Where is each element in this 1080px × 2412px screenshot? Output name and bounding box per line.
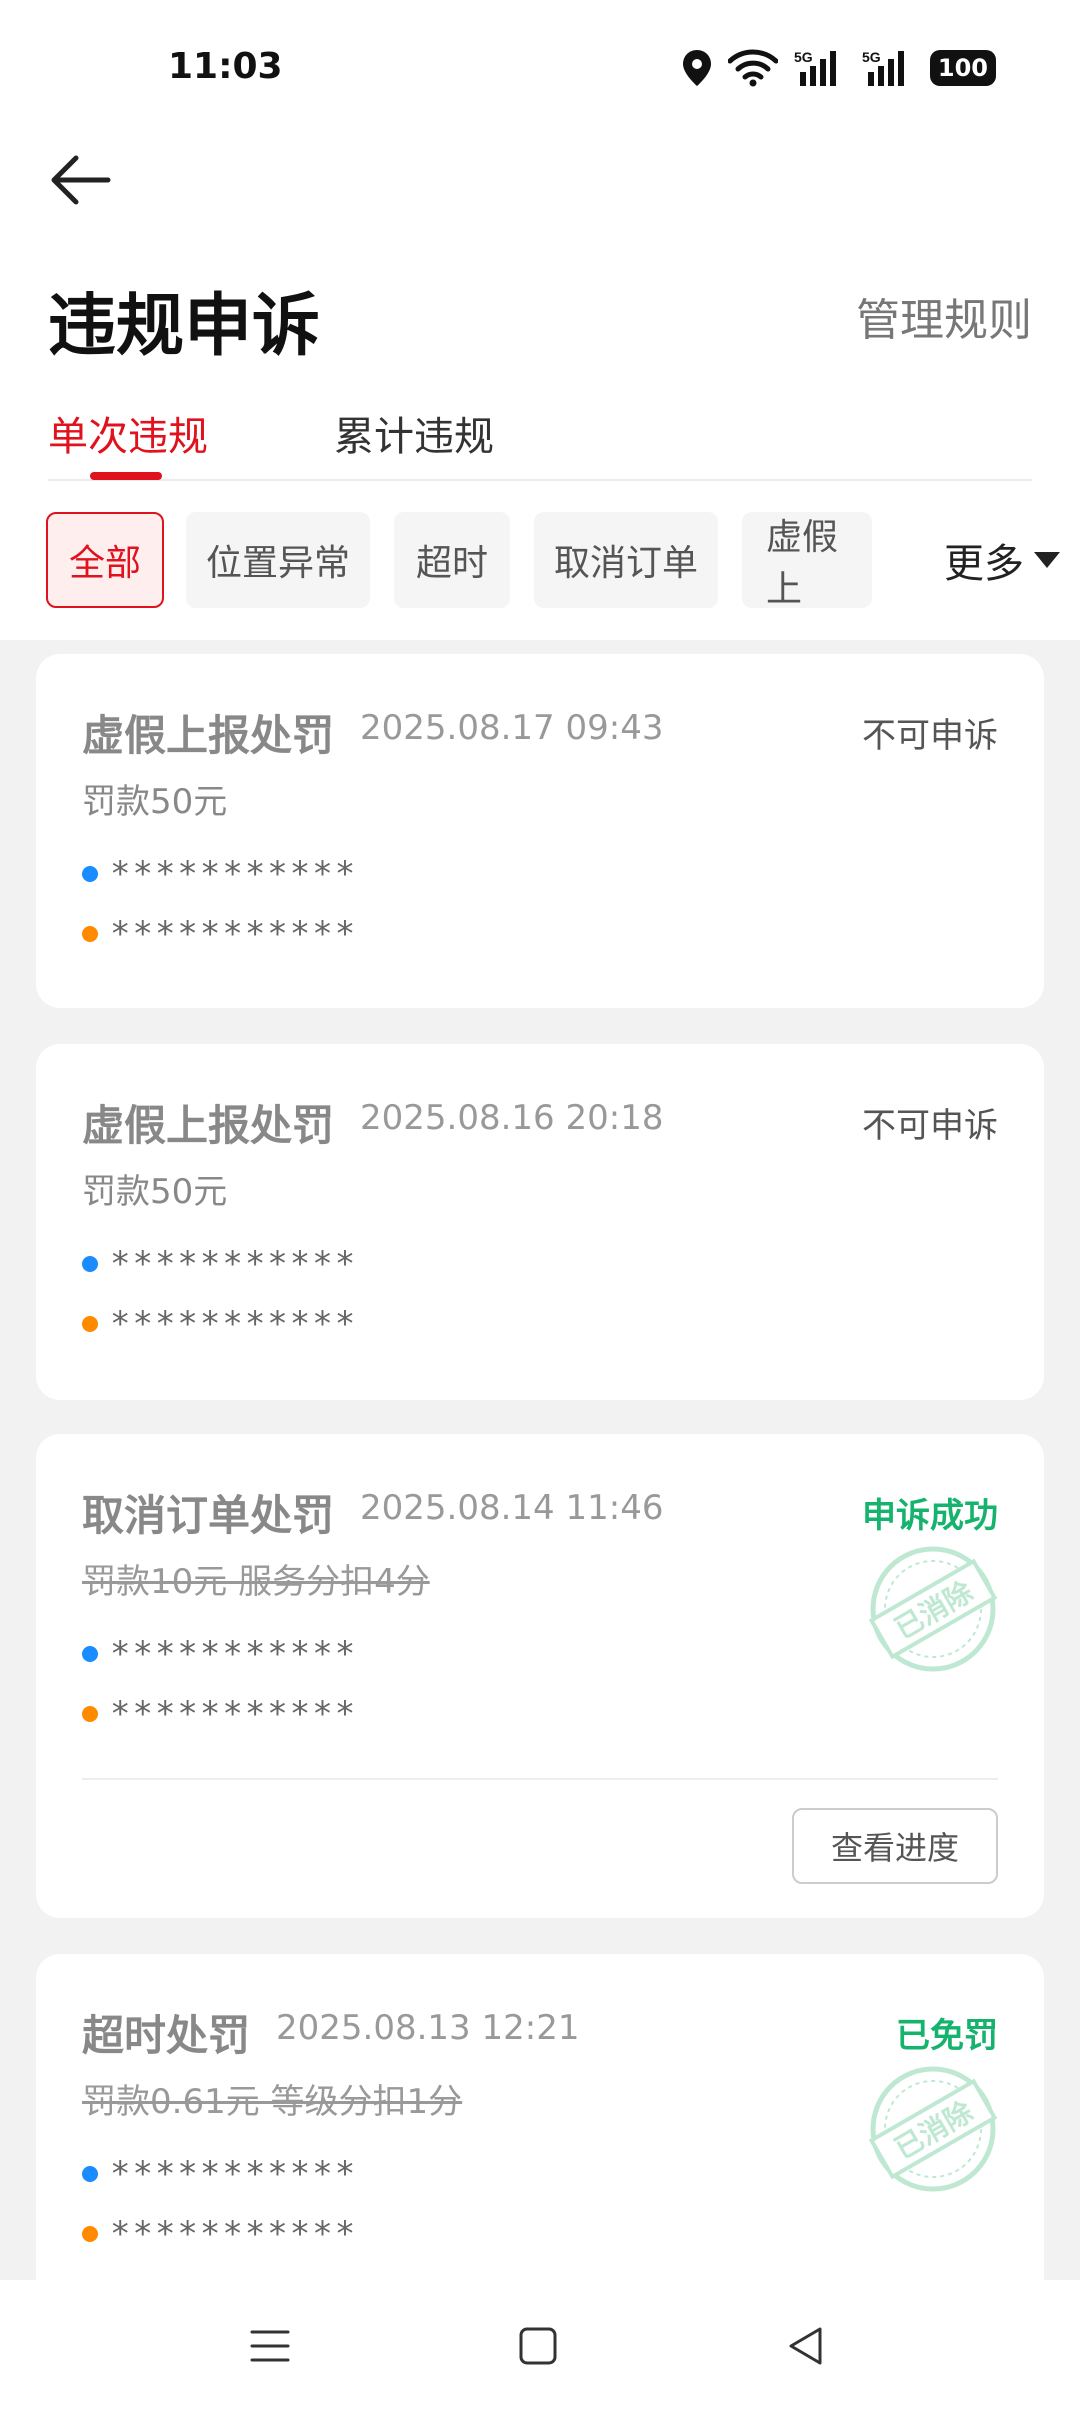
card-detail-text: *********** xyxy=(110,1634,358,1674)
tab-cumulative-violation[interactable]: 累计违规 xyxy=(334,404,494,462)
card-status: 不可申诉 xyxy=(862,716,998,756)
battery-icon: 100 xyxy=(929,50,996,86)
blue-dot-icon xyxy=(82,2166,98,2182)
orange-dot-icon xyxy=(82,2226,98,2242)
blue-dot-icon xyxy=(82,1256,98,1272)
menu-icon xyxy=(250,2330,290,2362)
card-fine: 罚款50元 xyxy=(82,1172,228,1212)
card-detail-line: *********** xyxy=(82,1300,357,1348)
back-button[interactable] xyxy=(44,148,116,212)
card-title: 超时处罚 xyxy=(82,2011,251,2060)
signal-5g-label: 5G xyxy=(862,49,881,65)
card-detail-line: *********** xyxy=(82,2150,357,2198)
card-status: 不可申诉 xyxy=(862,1106,998,1146)
card-detail-text: *********** xyxy=(110,1694,358,1734)
blue-dot-icon xyxy=(82,1646,98,1662)
card-detail-line: *********** xyxy=(82,1690,357,1738)
status-time: 11:03 xyxy=(168,46,283,87)
filter-chip-false-report[interactable]: 虚假上 xyxy=(742,512,872,608)
manage-rules-link[interactable]: 管理规则 xyxy=(856,284,1032,348)
location-icon xyxy=(682,50,711,86)
card-detail-line: *********** xyxy=(82,1630,357,1678)
card-status: 申诉成功 xyxy=(862,1496,998,1536)
card-detail-text: *********** xyxy=(110,2214,358,2254)
card-status: 已免罚 xyxy=(896,2016,998,2056)
page-title: 违规申诉 xyxy=(48,287,321,366)
card-detail-line: *********** xyxy=(82,910,357,958)
filter-chip-cancel-order[interactable]: 取消订单 xyxy=(534,512,718,608)
card-time: 2025.08.16 20:18 xyxy=(360,1098,664,1138)
wifi-icon xyxy=(727,49,778,87)
stamp-icon: 已消除 xyxy=(868,2066,998,2192)
violation-card[interactable]: 虚假上报处罚 2025.08.16 20:18 不可申诉 罚款50元 *****… xyxy=(36,1044,1044,1400)
orange-dot-icon xyxy=(82,926,98,942)
orange-dot-icon xyxy=(82,1316,98,1332)
card-detail-text: *********** xyxy=(110,2154,358,2194)
arrow-left-icon xyxy=(51,155,111,205)
blue-dot-icon xyxy=(82,866,98,882)
home-square-icon xyxy=(519,2327,557,2365)
view-progress-button[interactable]: 查看进度 xyxy=(792,1808,998,1884)
card-divider xyxy=(82,1778,998,1780)
card-detail-text: *********** xyxy=(110,1244,358,1284)
more-filters-label: 更多 xyxy=(944,541,1024,587)
system-nav-bar xyxy=(0,2280,1080,2412)
tabs-divider xyxy=(48,479,1032,481)
nav-menu-button[interactable] xyxy=(230,2310,310,2382)
card-title: 虚假上报处罚 xyxy=(82,711,335,760)
stamp-icon: 已消除 xyxy=(868,1546,998,1672)
violation-card[interactable]: 取消订单处罚 2025.08.14 11:46 申诉成功 罚款10元 服务分扣4… xyxy=(36,1434,1044,1918)
filter-chip-location-abnormal[interactable]: 位置异常 xyxy=(186,512,370,608)
card-detail-line: *********** xyxy=(82,2210,357,2258)
violation-card[interactable]: 虚假上报处罚 2025.08.17 09:43 不可申诉 罚款50元 *****… xyxy=(36,654,1044,1008)
card-fine: 罚款0.61元 等级分扣1分 xyxy=(82,2082,463,2122)
card-fine: 罚款10元 服务分扣4分 xyxy=(82,1562,430,1602)
nav-home-button[interactable] xyxy=(498,2310,578,2382)
card-title: 取消订单处罚 xyxy=(82,1491,335,1540)
card-title: 虚假上报处罚 xyxy=(82,1101,335,1150)
card-detail-text: *********** xyxy=(110,914,358,954)
card-detail-line: *********** xyxy=(82,1240,357,1288)
nav-back-button[interactable] xyxy=(766,2310,846,2382)
card-time: 2025.08.14 11:46 xyxy=(360,1488,664,1528)
card-detail-text: *********** xyxy=(110,854,358,894)
signal-5g-icon: 5G xyxy=(794,49,836,86)
filter-chip-timeout[interactable]: 超时 xyxy=(394,512,510,608)
tab-single-violation[interactable]: 单次违规 xyxy=(48,404,208,462)
orange-dot-icon xyxy=(82,1706,98,1722)
back-triangle-icon xyxy=(789,2327,822,2365)
active-tab-indicator xyxy=(90,472,162,480)
card-detail-text: *********** xyxy=(110,1304,358,1344)
more-filters-button[interactable]: 更多 xyxy=(932,512,1060,608)
caret-down-icon xyxy=(1034,552,1060,568)
filter-chip-all[interactable]: 全部 xyxy=(46,512,164,608)
card-time: 2025.08.13 12:21 xyxy=(276,2008,580,2048)
card-time: 2025.08.17 09:43 xyxy=(360,708,664,748)
status-icons: 5G 5G 100 xyxy=(682,48,996,88)
signal-5g-label: 5G xyxy=(794,49,813,65)
card-detail-line: *********** xyxy=(82,850,357,898)
violation-card[interactable]: 超时处罚 2025.08.13 12:21 已免罚 罚款0.61元 等级分扣1分… xyxy=(36,1954,1044,2314)
signal-5g-icon: 5G xyxy=(862,49,904,86)
card-fine: 罚款50元 xyxy=(82,782,228,822)
